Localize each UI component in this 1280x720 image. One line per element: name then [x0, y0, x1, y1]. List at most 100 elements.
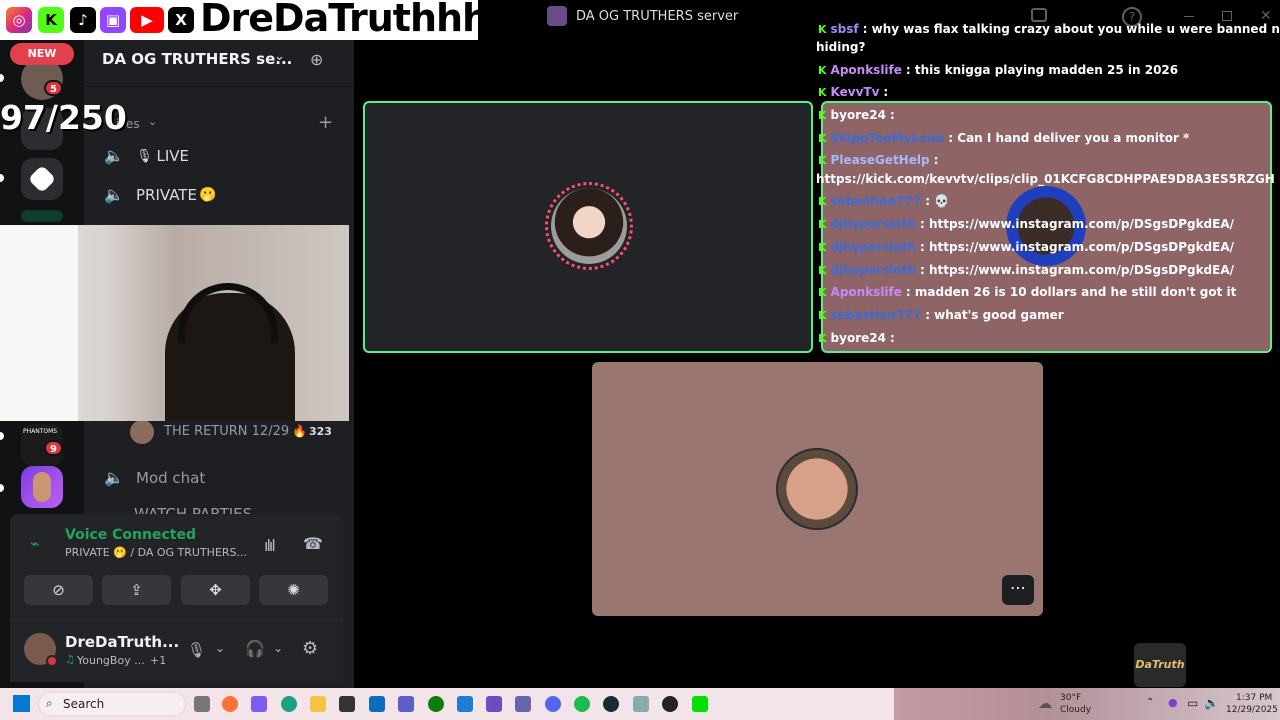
obs-icon[interactable] — [662, 696, 678, 712]
chat-separator: : — [925, 194, 935, 208]
clock-time[interactable]: 1:37 PM — [1236, 693, 1272, 703]
network-icon[interactable]: ▭ — [1187, 696, 1198, 710]
chat-username[interactable]: sebastian777 — [831, 308, 922, 322]
app-icon[interactable] — [457, 696, 473, 712]
steam-icon[interactable] — [603, 696, 619, 712]
maximize-icon[interactable] — [1222, 11, 1232, 21]
camera-button[interactable]: ⊘ — [24, 575, 93, 605]
spotify-icon[interactable] — [574, 696, 590, 712]
add-channel-icon[interactable]: + — [318, 112, 333, 133]
app-root: DA OG TRUTHERS server ? ✕ 5 PHANTOMS 9 D… — [0, 0, 1280, 720]
chat-username[interactable]: KevvTv — [831, 85, 880, 99]
add-member-icon[interactable]: ⊕ — [310, 50, 323, 69]
edge-icon[interactable] — [281, 696, 297, 712]
app-icon[interactable] — [692, 696, 708, 712]
chat-username[interactable]: Aponkslife — [831, 285, 902, 299]
channel-private[interactable]: 🔈 PRIVATE 🫢 — [104, 182, 216, 208]
server-icon-5[interactable] — [21, 466, 63, 508]
unread-dot — [0, 484, 4, 492]
app-icon[interactable] — [633, 696, 649, 712]
chevron-down-icon[interactable]: ⌄ — [273, 641, 283, 655]
windows-start-icon[interactable] — [13, 695, 30, 712]
unread-dot — [0, 174, 4, 182]
chat-text: Can I hand deliver you a monitor * — [957, 131, 1190, 145]
voice-location[interactable]: PRIVATE 🫢 / DA OG TRUTHERS... — [65, 546, 247, 559]
chat-username[interactable]: djhypersloth — [831, 240, 917, 254]
channel-label: PRIVATE — [136, 186, 197, 204]
kick-badge-icon: K — [818, 332, 827, 345]
chat-message: hiding? — [816, 40, 865, 55]
kick-badge-icon: K — [818, 132, 827, 145]
settings-gear-icon[interactable]: ⚙ — [302, 638, 318, 659]
store-icon[interactable] — [339, 696, 355, 712]
server-icon-3[interactable] — [21, 158, 63, 200]
user-name[interactable]: DreDaTruth... — [65, 633, 179, 651]
channel-mod-chat[interactable]: 🔈 Mod chat — [104, 465, 205, 491]
server-thumb-icon — [547, 6, 567, 26]
video-tile-3[interactable]: ⋯ — [592, 362, 1043, 616]
discord-icon[interactable] — [545, 696, 561, 712]
chat-username[interactable]: sbsf — [831, 22, 859, 36]
channel-label-partial[interactable]: WATCH PARTIES — [134, 505, 252, 514]
chat-username[interactable]: PleaseGetHelp — [831, 153, 930, 167]
weather-icon[interactable]: ☁ — [1038, 696, 1052, 712]
chat-username[interactable]: Aponkslife — [831, 63, 902, 77]
chevron-down-icon[interactable]: ⌄ — [274, 49, 285, 64]
soundboard-icon[interactable]: ılıl — [264, 536, 276, 555]
activity-extra: +1 — [150, 654, 167, 667]
emoji-icon: 🫢 — [198, 187, 217, 203]
inbox-icon[interactable] — [1031, 8, 1047, 22]
chat-message: K KevvTv: — [818, 85, 888, 100]
activities-button[interactable]: ✥ — [181, 575, 250, 605]
soundboard-button[interactable]: ✺ — [259, 575, 328, 605]
teams-icon[interactable] — [398, 696, 414, 712]
chevron-up-icon[interactable]: ⌃ — [1146, 697, 1154, 708]
outlook-icon[interactable] — [369, 696, 385, 712]
twitch-icon: ▣ — [100, 7, 126, 33]
firefox-icon[interactable] — [222, 696, 238, 712]
chevron-down-icon[interactable]: ⌄ — [215, 641, 225, 655]
copilot-icon[interactable] — [251, 696, 267, 712]
channel-live[interactable]: 🔈 🎙 LIVE — [104, 143, 189, 169]
voice-status[interactable]: Voice Connected — [65, 527, 196, 543]
chat-username[interactable]: djhypersloth — [831, 217, 917, 231]
disconnect-icon[interactable]: ☎ — [303, 534, 323, 553]
chat-message: Kdjhypersloth: https://www.instagram.com… — [818, 217, 1234, 232]
avatar-decoration — [545, 182, 633, 270]
clock-date[interactable]: 12/29/2025 — [1226, 705, 1278, 715]
task-view-icon[interactable] — [194, 696, 210, 712]
chat-text: madden 26 is 10 dollars and he still don… — [914, 285, 1237, 299]
headphones-icon[interactable]: 🎧 — [245, 639, 265, 658]
instagram-icon: ◎ — [6, 7, 32, 33]
chat-username[interactable]: byore24 — [831, 108, 886, 122]
unread-badge: 9 — [44, 440, 63, 456]
social-overlay: ◎ K ♪ ▣ ▶ X DreDaTruthhh — [0, 0, 489, 40]
chat-username[interactable]: SkippTooMyLouu — [831, 131, 945, 145]
chat-text: https://www.instagram.com/p/DSgsDPgkdEA/ — [929, 263, 1235, 277]
chat-message: Ksbsf: why was flax talking crazy about … — [818, 22, 1280, 37]
event-avatar — [130, 420, 154, 444]
chat-separator: : — [948, 131, 958, 145]
kick-badge-icon: K — [818, 154, 827, 167]
unread-dot — [0, 74, 4, 82]
mic-icon[interactable]: 🎙 — [187, 641, 206, 659]
xbox-icon[interactable] — [428, 696, 444, 712]
more-options-button[interactable]: ⋯ — [1002, 575, 1034, 605]
screenshare-button[interactable]: ⇪ — [102, 575, 171, 605]
chat-username[interactable]: djhypersloth — [831, 263, 917, 277]
kick-icon: K — [38, 7, 64, 33]
chat-username[interactable]: byore24 — [831, 331, 886, 345]
volume-icon[interactable]: 🔊 — [1204, 696, 1219, 710]
video-tile-1[interactable] — [363, 101, 813, 353]
event-label[interactable]: THE RETURN 12/29 — [164, 424, 289, 439]
file-explorer-icon[interactable] — [310, 696, 326, 712]
mic-tray-icon[interactable]: ● — [1168, 696, 1178, 709]
app-icon[interactable] — [515, 696, 531, 712]
chat-message: K Aponkslife: madden 26 is 10 dollars and… — [818, 285, 1236, 300]
chat-username[interactable]: sebastian777 — [831, 194, 922, 208]
server-icon-4[interactable] — [21, 210, 63, 222]
server-name[interactable]: DA OG TRUTHERS se... — [102, 50, 292, 68]
minimize-icon[interactable] — [1184, 16, 1194, 17]
app-icon[interactable] — [486, 696, 502, 712]
taskbar-search[interactable]: ⌕ Search — [38, 692, 186, 716]
